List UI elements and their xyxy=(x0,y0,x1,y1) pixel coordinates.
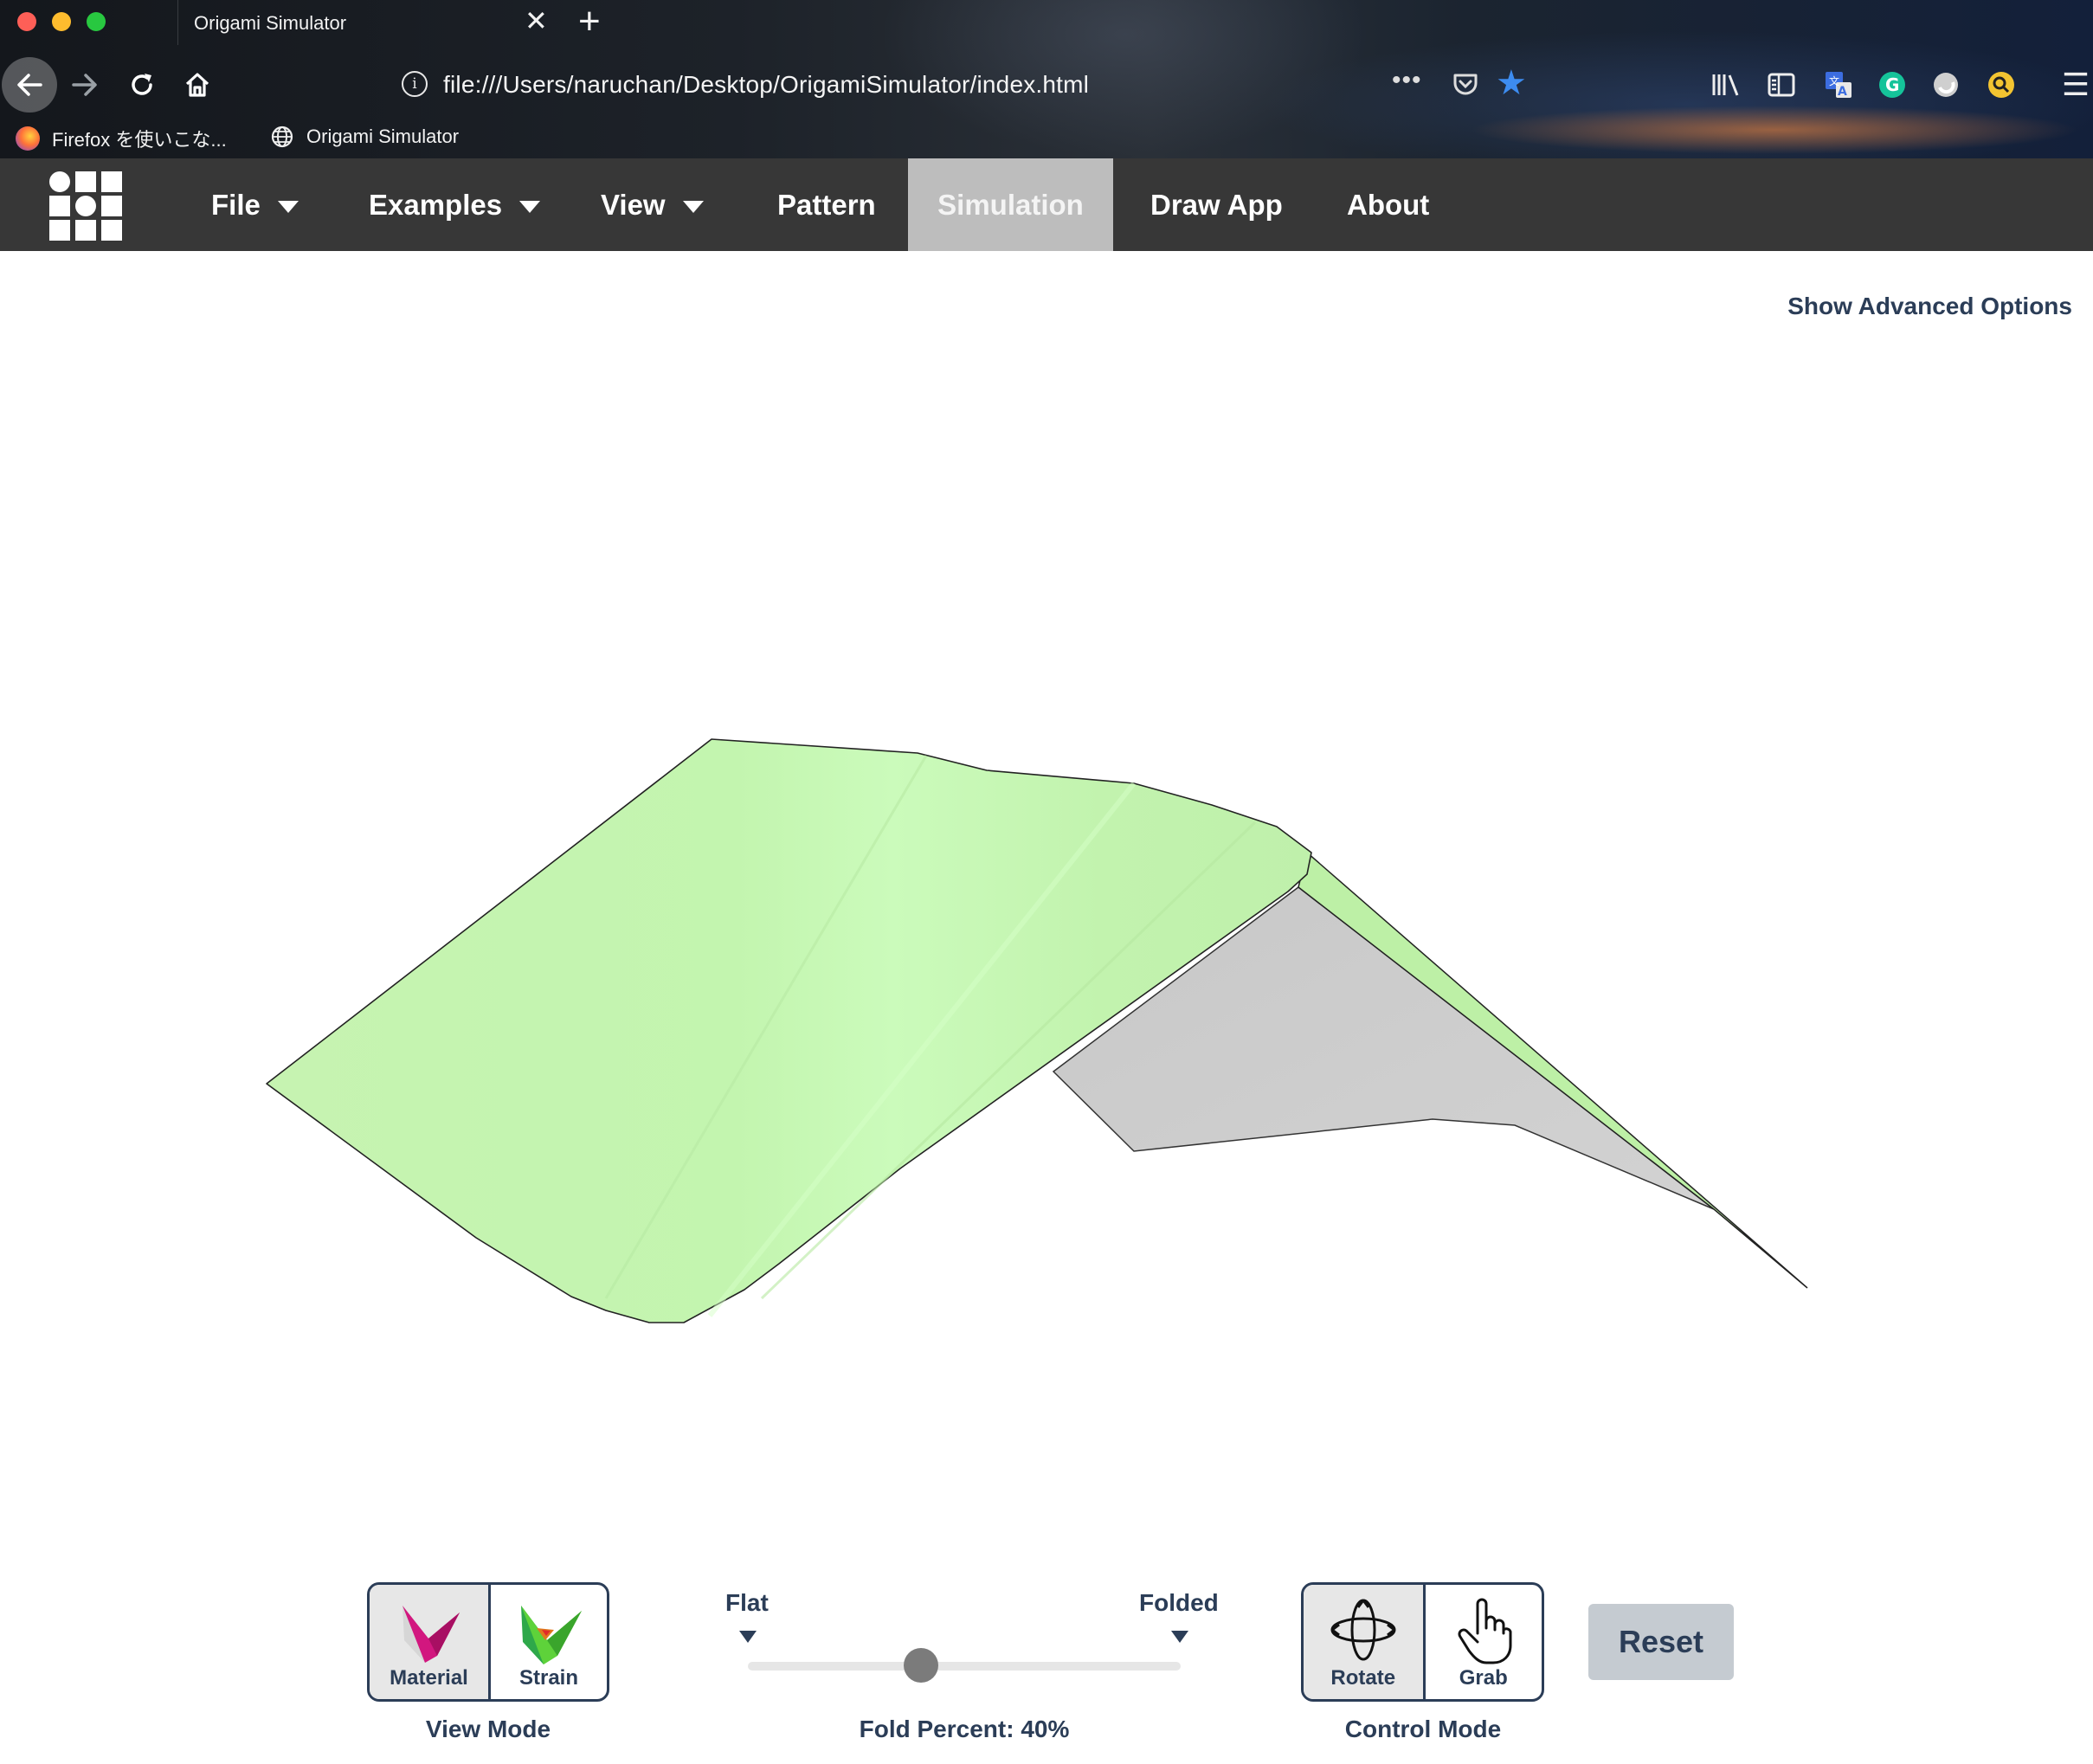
caret-down-icon xyxy=(519,200,541,213)
home-icon xyxy=(185,73,209,97)
browser-chrome: Origami Simulator ✕ + i file:///Users/na… xyxy=(0,0,2093,158)
nav-label: Examples xyxy=(369,188,503,221)
button-label: Grab xyxy=(1459,1666,1508,1690)
pocket-icon[interactable] xyxy=(1451,69,1480,99)
nav-label: Pattern xyxy=(777,188,876,221)
zoom-window-button[interactable] xyxy=(87,12,106,31)
folded-tick-icon xyxy=(1171,1631,1188,1643)
search-extension-icon[interactable] xyxy=(1984,68,2019,102)
view-mode-caption: View Mode xyxy=(425,1716,551,1742)
bookmark-item[interactable]: Origami Simulator xyxy=(270,125,459,149)
nav-view-menu[interactable]: View xyxy=(601,158,704,251)
svg-text:文: 文 xyxy=(1829,74,1839,87)
bookmarks-toolbar: Firefox を使いこな... Origami Simulator xyxy=(0,119,2093,156)
forward-button[interactable] xyxy=(57,57,113,113)
bookmark-label: Origami Simulator xyxy=(306,126,460,147)
folded-paper-model xyxy=(266,738,1808,1323)
nav-draw-app[interactable]: Draw App xyxy=(1150,158,1283,251)
home-button[interactable] xyxy=(170,57,225,113)
svg-text:G: G xyxy=(1885,74,1899,95)
strain-origami-icon xyxy=(520,1606,582,1664)
control-mode-caption: Control Mode xyxy=(1344,1716,1502,1742)
grab-hand-icon xyxy=(1458,1598,1512,1664)
button-label: Material xyxy=(390,1666,468,1690)
strain-view-button[interactable]: Strain xyxy=(487,1585,607,1699)
reload-button[interactable] xyxy=(114,57,170,113)
tab-close-icon[interactable]: ✕ xyxy=(525,5,548,36)
material-origami-icon xyxy=(402,1606,460,1663)
nav-label: Draw App xyxy=(1150,188,1283,221)
origami-simulator-logo[interactable] xyxy=(48,171,123,241)
back-button[interactable] xyxy=(2,57,57,113)
extension-icon[interactable] xyxy=(1929,68,1963,102)
fold-slider-handle[interactable] xyxy=(904,1648,938,1683)
button-label: Rotate xyxy=(1330,1666,1396,1690)
view-mode-toggle: Material Strain xyxy=(367,1582,609,1702)
close-window-button[interactable] xyxy=(17,12,36,31)
grab-mode-button[interactable]: Grab xyxy=(1422,1585,1542,1699)
hamburger-menu-icon[interactable]: ☰ xyxy=(2058,67,2093,102)
new-tab-button[interactable]: + xyxy=(578,2,601,42)
nav-file-menu[interactable]: File xyxy=(211,158,299,251)
nav-simulation-active[interactable]: Simulation xyxy=(908,158,1113,251)
nav-about[interactable]: About xyxy=(1347,158,1429,251)
nav-examples-menu[interactable]: Examples xyxy=(369,158,541,251)
caret-down-icon xyxy=(277,200,299,213)
firefox-icon xyxy=(16,126,40,151)
sidebar-icon[interactable] xyxy=(1764,68,1799,102)
app-navbar: File Examples View Pattern Simulation Dr… xyxy=(0,158,2093,251)
nav-label: Simulation xyxy=(937,188,1084,221)
url-bar[interactable]: i file:///Users/naruchan/Desktop/Origami… xyxy=(388,62,1532,107)
fold-percent-readout: Fold Percent: 40% xyxy=(859,1716,1070,1742)
forward-arrow-icon xyxy=(72,74,97,96)
tab-title: Origami Simulator xyxy=(194,12,347,34)
globe-icon xyxy=(271,126,293,148)
reload-icon xyxy=(132,74,152,95)
nav-pattern[interactable]: Pattern xyxy=(777,158,876,251)
nav-label: About xyxy=(1347,188,1430,221)
library-icon[interactable] xyxy=(1709,68,1743,102)
flat-tick-icon xyxy=(739,1631,757,1643)
slider-folded-label: Folded xyxy=(1139,1589,1219,1616)
control-mode-toggle: Rotate Grab xyxy=(1301,1582,1544,1702)
nav-label: View xyxy=(601,188,666,221)
simulation-canvas[interactable] xyxy=(0,251,2093,1489)
translate-icon[interactable]: A文 xyxy=(1821,68,1856,102)
info-icon[interactable]: i xyxy=(402,71,428,97)
back-arrow-icon xyxy=(17,74,42,96)
rotate-icon xyxy=(1330,1599,1396,1661)
browser-tab[interactable]: Origami Simulator ✕ xyxy=(177,0,567,45)
bookmark-label: Firefox を使いこな... xyxy=(52,129,227,151)
grammarly-icon[interactable]: G xyxy=(1875,68,1909,102)
caret-down-icon xyxy=(682,200,704,213)
bookmark-star-icon[interactable]: ★ xyxy=(1496,64,1527,102)
nav-label: File xyxy=(211,188,261,221)
page-actions-icon[interactable]: ••• xyxy=(1392,66,1422,95)
bookmark-item[interactable]: Firefox を使いこな... xyxy=(16,125,227,152)
button-label: Strain xyxy=(518,1666,578,1690)
rotate-mode-button[interactable]: Rotate xyxy=(1304,1585,1423,1699)
minimize-window-button[interactable] xyxy=(52,12,71,31)
fold-percent-slider[interactable] xyxy=(748,1662,1181,1671)
material-view-button[interactable]: Material xyxy=(370,1585,488,1699)
slider-flat-label: Flat xyxy=(725,1589,769,1616)
url-text[interactable]: file:///Users/naruchan/Desktop/OrigamiSi… xyxy=(443,71,1089,99)
reset-button[interactable]: Reset xyxy=(1588,1604,1734,1680)
